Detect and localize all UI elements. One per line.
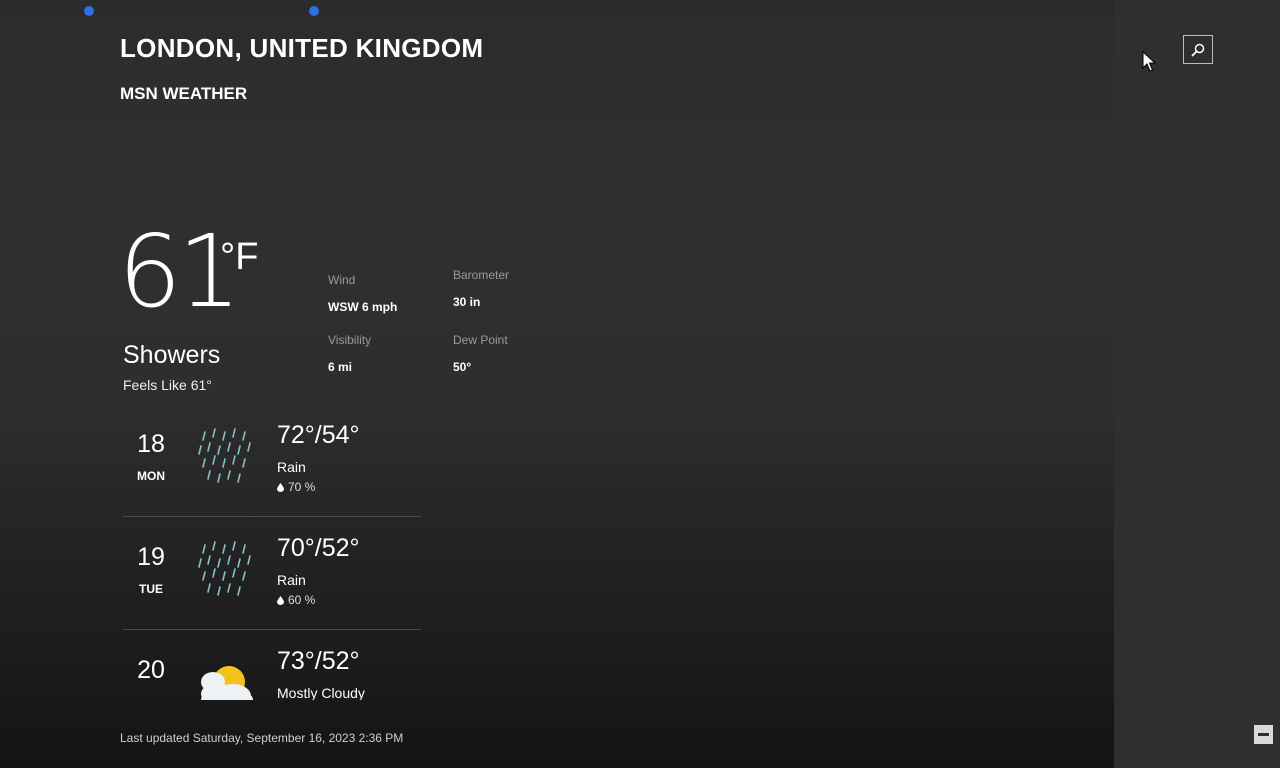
last-updated: Last updated Saturday, September 16, 202… bbox=[120, 731, 404, 745]
wind-label: Wind bbox=[328, 273, 356, 287]
raindrop-icon bbox=[277, 595, 284, 605]
pager-dot[interactable] bbox=[309, 6, 319, 16]
dew-point-value: 50° bbox=[453, 360, 472, 374]
forecast-high-low: 72°/54° bbox=[277, 421, 360, 449]
temperature-unit: °F bbox=[220, 236, 259, 278]
wind-value: WSW 6 mph bbox=[328, 300, 398, 314]
mostly-cloudy-icon bbox=[201, 666, 253, 700]
current-temperature: 61 °F bbox=[118, 222, 258, 322]
forecast-weekday: TUE bbox=[139, 582, 163, 596]
forecast-date: 18 bbox=[137, 430, 165, 458]
forecast-precipitation: 70 % bbox=[277, 480, 315, 494]
precipitation-chance: 60 % bbox=[288, 593, 316, 607]
current-condition: Showers bbox=[123, 341, 221, 369]
feels-like: Feels Like 61° bbox=[123, 377, 212, 393]
forecast-condition: Rain bbox=[277, 459, 306, 475]
pager-dot[interactable] bbox=[84, 6, 94, 16]
side-panel bbox=[1114, 0, 1280, 768]
daily-forecast-list[interactable]: 18 MON 72°/54° Rain 70 % 19 TUE 70°/52° … bbox=[123, 404, 421, 700]
precipitation-chance: 70 % bbox=[288, 480, 316, 494]
forecast-precipitation: 60 % bbox=[277, 593, 315, 607]
barometer-value: 30 in bbox=[453, 295, 481, 309]
provider-name: MSN WEATHER bbox=[120, 84, 248, 103]
forecast-date: 20 bbox=[137, 656, 165, 684]
weather-main-panel: LONDON, UNITED KINGDOM MSN WEATHER 61 °F… bbox=[0, 0, 1114, 768]
forecast-condition: Mostly Cloudy bbox=[277, 685, 365, 700]
forecast-condition: Rain bbox=[277, 572, 306, 588]
location-title: LONDON, UNITED KINGDOM bbox=[120, 33, 484, 63]
visibility-value: 6 mi bbox=[328, 360, 353, 374]
barometer-label: Barometer bbox=[453, 268, 510, 282]
forecast-day[interactable]: 20 73°/52° Mostly Cloudy bbox=[123, 630, 421, 700]
forecast-high-low: 73°/52° bbox=[277, 647, 360, 675]
minus-icon bbox=[1258, 733, 1269, 736]
raindrop-icon bbox=[277, 482, 284, 492]
rain-icon bbox=[198, 541, 251, 596]
visibility-label: Visibility bbox=[328, 333, 372, 347]
search-icon bbox=[1191, 43, 1205, 56]
forecast-weekday: MON bbox=[137, 469, 165, 483]
dew-point-label: Dew Point bbox=[453, 333, 508, 347]
forecast-date: 19 bbox=[137, 543, 165, 571]
collapse-button[interactable] bbox=[1254, 725, 1273, 744]
forecast-day[interactable]: 18 MON 72°/54° Rain 70 % bbox=[123, 404, 421, 517]
cursor-icon bbox=[1142, 51, 1156, 72]
rain-icon bbox=[198, 428, 251, 483]
forecast-high-low: 70°/52° bbox=[277, 534, 360, 562]
search-button[interactable] bbox=[1183, 35, 1213, 64]
forecast-day[interactable]: 19 TUE 70°/52° Rain 60 % bbox=[123, 517, 421, 630]
